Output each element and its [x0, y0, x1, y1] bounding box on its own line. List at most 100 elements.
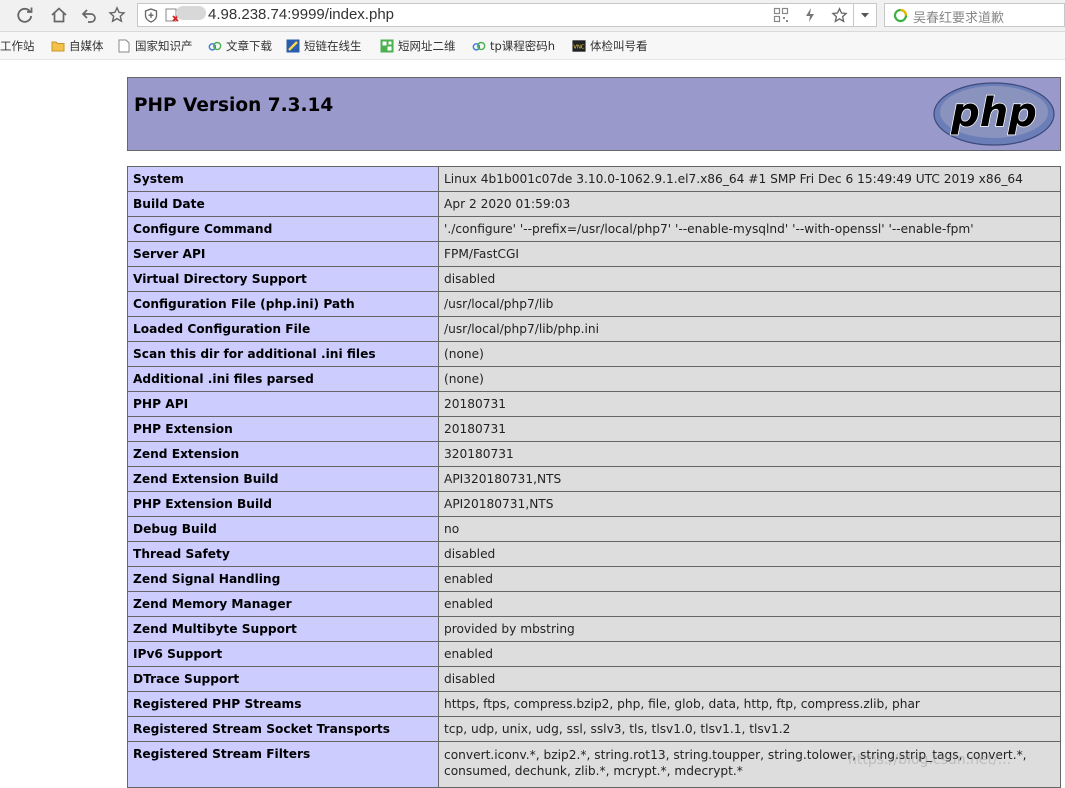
config-key: System	[127, 166, 439, 192]
bookmark-star-icon[interactable]	[831, 7, 848, 28]
shield-icon[interactable]	[143, 7, 159, 23]
cloud-icon	[208, 39, 222, 53]
cloud-icon	[472, 39, 486, 53]
search-placeholder[interactable]: 吴春红要求道歉	[913, 7, 1004, 26]
table-row: Zend Extension 320180731	[127, 441, 1061, 467]
config-value: disabled	[438, 666, 1061, 692]
config-key: Scan this dir for additional .ini files	[127, 341, 439, 367]
config-value: API20180731,NTS	[438, 491, 1061, 517]
table-row: Server API FPM/FastCGI	[127, 241, 1061, 267]
config-key: DTrace Support	[127, 666, 439, 692]
config-value: Apr 2 2020 01:59:03	[438, 191, 1061, 217]
bookmark-label: 国家知识产	[135, 39, 193, 53]
table-row: Thread Safety disabled	[127, 541, 1061, 567]
svg-text:php: php	[950, 90, 1037, 136]
address-bar[interactable]: 4.98.238.74:9999/index.php	[137, 3, 877, 27]
bookmark-item[interactable]: 短链在线生	[286, 37, 372, 55]
config-value: enabled	[438, 591, 1061, 617]
config-key: Additional .ini files parsed	[127, 366, 439, 392]
table-row: Zend Multibyte Support provided by mbstri…	[127, 616, 1061, 642]
bookmark-label: tp课程密码h	[490, 39, 556, 53]
phpinfo-header: PHP Version 7.3.14 php	[127, 77, 1061, 151]
config-value: enabled	[438, 641, 1061, 667]
table-row: DTrace Support disabled	[127, 666, 1061, 692]
bookmark-item[interactable]: 工作站	[0, 37, 46, 55]
svg-text:VNC: VNC	[573, 45, 585, 51]
bookmark-item[interactable]: 文章下载	[208, 37, 280, 55]
config-key: Server API	[127, 241, 439, 267]
bookmark-item[interactable]: 自媒体	[51, 37, 111, 55]
bookmark-label: 短网址二维	[398, 39, 456, 53]
config-value: './configure' '--prefix=/usr/local/php7'…	[438, 216, 1061, 242]
favorite-star-icon[interactable]	[106, 4, 128, 26]
page-icon	[117, 39, 131, 53]
lightning-icon[interactable]	[803, 7, 817, 28]
browser-toolbar: 4.98.238.74:9999/index.php 吴春红要求道歉	[0, 0, 1065, 32]
link-icon	[286, 39, 300, 53]
config-value: 20180731	[438, 391, 1061, 417]
config-key: Virtual Directory Support	[127, 266, 439, 292]
php-logo[interactable]: php	[933, 82, 1055, 150]
qr-code-icon[interactable]	[773, 7, 789, 28]
config-key: Zend Extension Build	[127, 466, 439, 492]
config-value: (none)	[438, 341, 1061, 367]
phpinfo-table: System Linux 4b1b001c07de 3.10.0-1062.9.1…	[127, 166, 1061, 788]
page-title: PHP Version 7.3.14	[134, 95, 334, 116]
table-row: Loaded Configuration File/usr/local/php7…	[127, 316, 1061, 342]
table-row: Zend Extension Build API320180731,NTS	[127, 466, 1061, 492]
config-value: 320180731	[438, 441, 1061, 467]
config-key: PHP Extension	[127, 416, 439, 442]
chevron-down-icon	[861, 13, 869, 18]
search-box[interactable]: 吴春红要求道歉	[884, 3, 1065, 27]
config-key: Thread Safety	[127, 541, 439, 567]
config-value: API320180731,NTS	[438, 466, 1061, 492]
table-row: PHP Extension Build API20180731,NTS	[127, 491, 1061, 517]
folder-icon	[51, 39, 65, 53]
table-row: PHP API 20180731	[127, 391, 1061, 417]
address-dropdown-button[interactable]	[853, 4, 876, 26]
config-value: Linux 4b1b001c07de 3.10.0-1062.9.1.el7.x…	[438, 166, 1061, 192]
search-engine-icon	[893, 8, 908, 27]
config-key: Loaded Configuration File	[127, 316, 439, 342]
config-value: provided by mbstring	[438, 616, 1061, 642]
home-icon[interactable]	[48, 4, 70, 26]
config-key: Registered Stream Socket Transports	[127, 716, 439, 742]
table-row: Build Date Apr 2 2020 01:59:03	[127, 191, 1061, 217]
config-key: IPv6 Support	[127, 641, 439, 667]
table-row: Additional .ini files parsed (none)	[127, 366, 1061, 392]
table-row: Debug Build no	[127, 516, 1061, 542]
bookmark-label: 工作站	[0, 39, 35, 53]
table-row: Configure Command './configure' '--prefix…	[127, 216, 1061, 242]
refresh-icon[interactable]	[14, 4, 36, 26]
phpinfo-content: PHP Version 7.3.14 php System Linux 4b1b0…	[127, 77, 1061, 788]
config-key: Zend Signal Handling	[127, 566, 439, 592]
config-value: (none)	[438, 366, 1061, 392]
table-row: Configuration File (php.ini) Path/usr/lo…	[127, 291, 1061, 317]
bookmark-item[interactable]: tp课程密码h	[472, 37, 564, 55]
back-history-icon[interactable]	[78, 4, 100, 26]
config-key: Zend Memory Manager	[127, 591, 439, 617]
qr-icon	[380, 39, 394, 53]
url-text[interactable]: 4.98.238.74:9999/index.php	[176, 6, 394, 23]
config-key: Build Date	[127, 191, 439, 217]
config-key: PHP Extension Build	[127, 491, 439, 517]
config-value: FPM/FastCGI	[438, 241, 1061, 267]
bookmark-item[interactable]: 短网址二维	[380, 37, 464, 55]
table-row: PHP Extension 20180731	[127, 416, 1061, 442]
bookmark-label: 短链在线生	[304, 39, 362, 53]
bookmark-label: 自媒体	[69, 39, 104, 53]
bookmarks-bar: 工作站 自媒体 国家知识产 文章下载 短链在线生 短网址二维 tp课程密码h V…	[0, 32, 1065, 60]
table-row: Zend Signal Handling enabled	[127, 566, 1061, 592]
masked-host-segment	[176, 6, 206, 20]
config-key: Zend Extension	[127, 441, 439, 467]
config-value: https, ftps, compress.bzip2, php, file, …	[438, 691, 1061, 717]
bookmark-item[interactable]: VNC 体检叫号看	[572, 37, 656, 55]
url-value[interactable]: 4.98.238.74:9999/index.php	[208, 6, 394, 23]
config-value: 20180731	[438, 416, 1061, 442]
table-row: Registered Stream Socket Transports tcp, …	[127, 716, 1061, 742]
table-row: System Linux 4b1b001c07de 3.10.0-1062.9.1…	[127, 166, 1061, 192]
config-value: tcp, udp, unix, udg, ssl, sslv3, tls, tl…	[438, 716, 1061, 742]
config-value: /usr/local/php7/lib/php.ini	[438, 316, 1061, 342]
bookmark-item[interactable]: 国家知识产	[117, 37, 197, 55]
bookmark-label: 体检叫号看	[590, 39, 648, 53]
